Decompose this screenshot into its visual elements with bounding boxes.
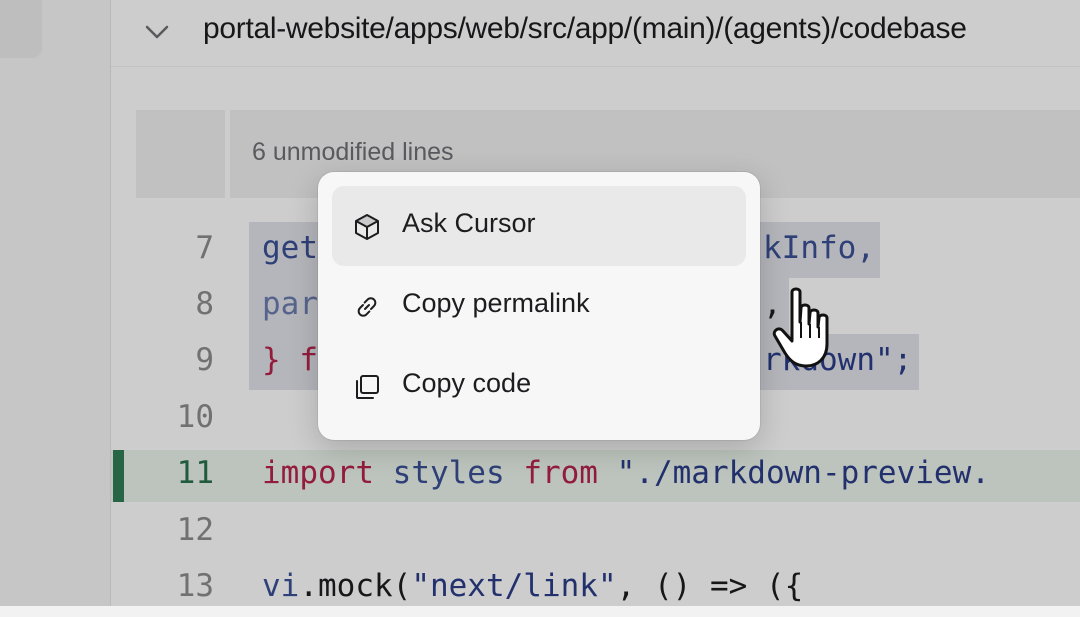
menu-item-label: Ask Cursor: [402, 208, 536, 238]
hand-pointer-icon: [772, 287, 829, 368]
cursor-cube-icon: [355, 214, 379, 240]
menu-item-ask-cursor[interactable]: Ask Cursor: [332, 186, 746, 266]
copy-icon: [356, 375, 379, 399]
menu-item-label: Copy code: [402, 368, 532, 398]
menu-item-label: Copy permalink: [402, 288, 590, 318]
menu-item-copy-code[interactable]: Copy code: [332, 346, 746, 426]
link-icon: [357, 297, 377, 317]
context-menu: Ask Cursor Copy permalink Copy code: [318, 172, 760, 440]
menu-item-copy-permalink[interactable]: Copy permalink: [332, 266, 746, 346]
